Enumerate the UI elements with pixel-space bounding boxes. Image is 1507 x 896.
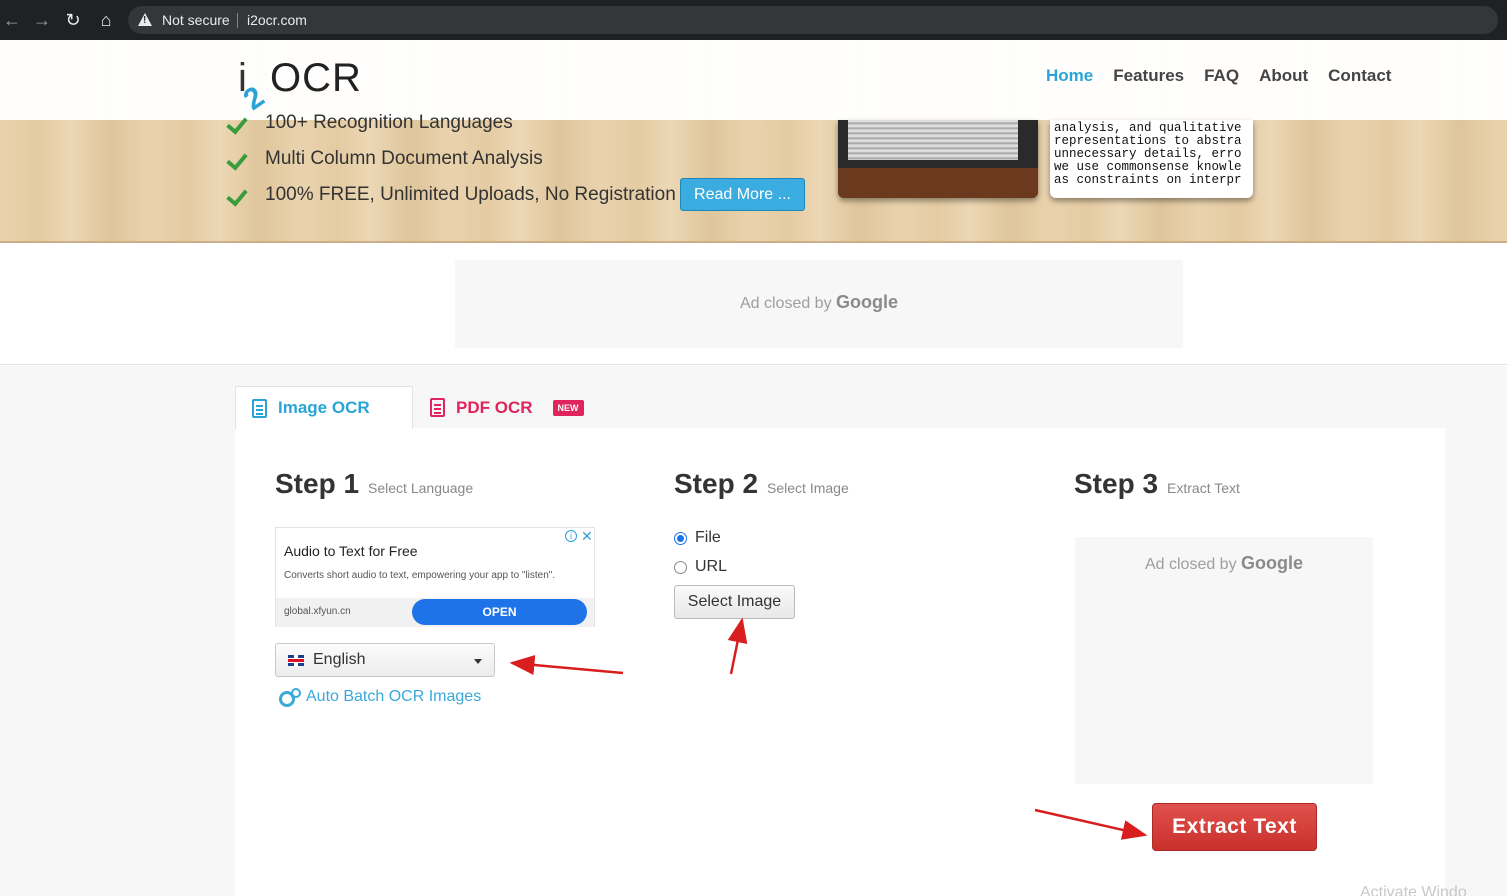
nav-faq[interactable]: FAQ <box>1204 66 1239 86</box>
feature-label: 100% FREE, Unlimited Uploads, No Registr… <box>265 184 676 205</box>
language-value: English <box>313 651 366 668</box>
feature-item: 100% FREE, Unlimited Uploads, No Registr… <box>228 184 676 206</box>
read-more-button[interactable]: Read More ... <box>680 178 805 211</box>
home-icon[interactable]: ⌂ <box>94 8 118 32</box>
pdf-file-icon <box>430 398 445 417</box>
windows-activation-watermark: Activate Windo <box>1360 884 1467 896</box>
checkmark-icon <box>228 151 250 167</box>
select-image-button[interactable]: Select Image <box>674 585 795 619</box>
ad-domain: global.xfyun.cn <box>284 606 351 617</box>
hero-photo-document <box>838 120 1038 198</box>
ad-info-icon[interactable]: i <box>565 530 577 542</box>
warning-icon <box>138 13 152 26</box>
ad-closed-text: Ad closed by <box>1144 556 1237 573</box>
browser-toolbar: ← → ↻ ⌂ Not secure i2ocr.com <box>0 0 1507 40</box>
feature-item: Multi Column Document Analysis <box>228 148 543 170</box>
step2-subtitle: Select Image <box>767 480 849 496</box>
extract-text-button[interactable]: Extract Text <box>1152 803 1317 851</box>
step1-title: Step 1 <box>275 468 360 499</box>
ad-closed-message: Ad closed by Google <box>1075 553 1373 574</box>
radio-button-checked[interactable] <box>674 531 687 545</box>
tab-label: PDF OCR <box>456 397 533 417</box>
ad-closed-text: Ad closed by <box>739 295 832 312</box>
reload-icon[interactable]: ↻ <box>61 8 85 32</box>
step3-subtitle: Extract Text <box>1167 480 1240 496</box>
photo-table <box>838 168 1038 198</box>
logo-text-ocr: OCR <box>270 56 362 100</box>
radio-button[interactable] <box>674 560 687 574</box>
nav-contact[interactable]: Contact <box>1328 66 1391 86</box>
security-label[interactable]: Not secure <box>162 12 230 28</box>
radio-url[interactable]: URL <box>674 558 727 576</box>
step3-title: Step 3 <box>1074 468 1159 499</box>
step1-heading: Step 1 Select Language <box>275 468 473 500</box>
radio-label: File <box>695 529 721 546</box>
ad-close-icon[interactable]: ✕ <box>581 528 593 545</box>
nav-features[interactable]: Features <box>1113 66 1184 86</box>
nav-about[interactable]: About <box>1259 66 1308 86</box>
forward-arrow-icon[interactable]: → <box>30 8 54 32</box>
step1-subtitle: Select Language <box>368 480 474 496</box>
ad-title[interactable]: Audio to Text for Free <box>284 543 418 559</box>
document-icon <box>252 398 267 418</box>
back-arrow-icon[interactable]: ← <box>0 8 24 32</box>
step3-heading: Step 3 Extract Text <box>1074 468 1240 500</box>
auto-batch-label: Auto Batch OCR Images <box>306 688 482 705</box>
tab-pdf-ocr[interactable]: PDF OCR NEW <box>430 386 600 429</box>
tab-label: Image OCR <box>278 398 370 417</box>
new-badge: NEW <box>552 399 584 416</box>
feature-label: Multi Column Document Analysis <box>265 148 543 169</box>
uk-flag-icon <box>288 654 304 666</box>
native-ad[interactable]: i ✕ Audio to Text for Free Converts shor… <box>275 527 595 627</box>
step2-heading: Step 2 Select Image <box>674 468 849 500</box>
ad-closed-message: Ad closed by Google <box>455 292 1183 313</box>
google-brand: Google <box>836 292 899 312</box>
checkmark-icon <box>228 115 250 131</box>
checkmark-icon <box>228 187 250 203</box>
gears-icon <box>279 688 301 707</box>
chevron-down-icon <box>474 659 482 664</box>
auto-batch-link[interactable]: Auto Batch OCR Images <box>279 688 482 707</box>
feature-item: 100+ Recognition Languages <box>228 112 513 134</box>
google-brand: Google <box>1241 553 1304 573</box>
url-text[interactable]: i2ocr.com <box>247 12 307 28</box>
ad-open-button[interactable]: OPEN <box>412 599 587 625</box>
photo-paper <box>848 120 1018 160</box>
tab-image-ocr[interactable]: Image OCR <box>235 386 413 429</box>
top-ad-slot: Ad closed by Google <box>455 260 1183 348</box>
main-nav: Home Features FAQ About Contact <box>1046 66 1391 86</box>
ad-description: Converts short audio to text, empowering… <box>284 570 556 581</box>
url-divider <box>237 13 238 28</box>
side-ad-slot: Ad closed by Google <box>1075 537 1373 784</box>
language-select[interactable]: English <box>275 643 495 677</box>
site-logo[interactable]: i 2 OCR <box>238 54 378 117</box>
hero-ocr-result-sample: analysis, and qualitative representation… <box>1050 120 1253 198</box>
radio-file[interactable]: File <box>674 529 721 547</box>
nav-home[interactable]: Home <box>1046 66 1093 86</box>
address-bar[interactable]: Not secure i2ocr.com <box>128 6 1498 34</box>
step2-title: Step 2 <box>674 468 759 499</box>
feature-label: 100+ Recognition Languages <box>265 112 513 133</box>
radio-label: URL <box>695 558 728 575</box>
ad-footer: global.xfyun.cn OPEN <box>276 598 594 627</box>
